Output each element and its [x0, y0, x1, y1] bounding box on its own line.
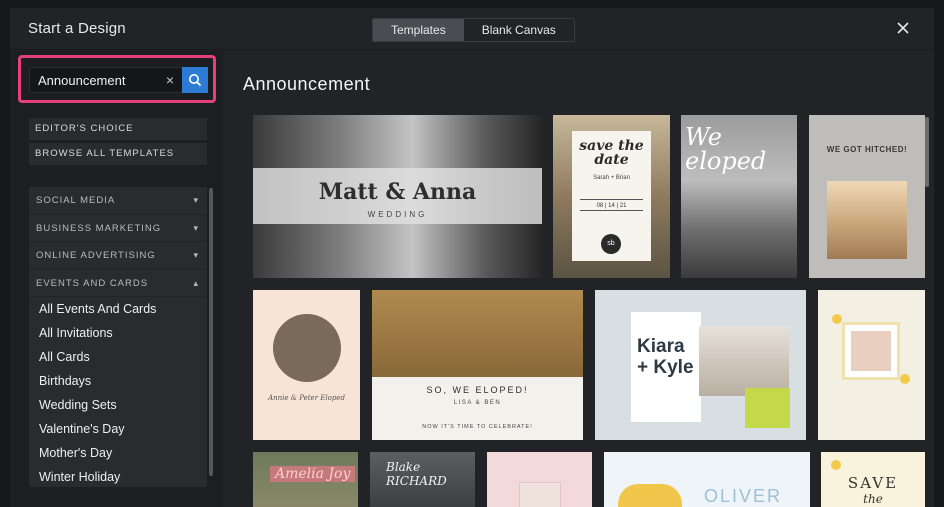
- category-online-advertising[interactable]: ONLINE ADVERTISING ▾: [29, 242, 207, 270]
- template-photo: [519, 482, 561, 507]
- flower-icon: [832, 314, 842, 324]
- modal-header: Start a Design Templates Blank Canvas: [10, 8, 934, 50]
- template-amelia-joy[interactable]: Amelia Joy: [253, 452, 358, 507]
- category-label: EVENTS AND CARDS: [36, 277, 149, 289]
- editors-choice-button[interactable]: EDITOR'S CHOICE: [29, 118, 207, 140]
- accent-shape: [745, 388, 790, 428]
- template-title: save the date: [579, 138, 644, 168]
- subitem-winter-holiday[interactable]: Winter Holiday: [29, 465, 207, 489]
- template-names: Annie & Peter Eloped: [268, 394, 345, 402]
- template-title: We eloped: [685, 123, 767, 175]
- flower-icon: [831, 460, 841, 470]
- start-design-modal: Start a Design Templates Blank Canvas × …: [10, 8, 934, 507]
- tab-templates[interactable]: Templates: [373, 19, 464, 41]
- chevron-up-icon: ▴: [193, 277, 199, 288]
- subitem-wedding-sets[interactable]: Wedding Sets: [29, 393, 207, 417]
- template-title: Matt & Anna: [318, 179, 477, 205]
- template-oliver[interactable]: OLIVER: [604, 452, 810, 507]
- category-label: BUSINESS MARKETING: [36, 222, 162, 234]
- sidebar-scrollbar[interactable]: [209, 188, 213, 476]
- template-we-got-hitched[interactable]: WE GOT HITCHED!: [809, 115, 925, 278]
- template-names: Sarah + Brian: [593, 175, 630, 181]
- tab-blank-canvas[interactable]: Blank Canvas: [464, 19, 574, 41]
- category-social-media[interactable]: SOCIAL MEDIA ▾: [29, 187, 207, 215]
- mode-tabs: Templates Blank Canvas: [372, 18, 575, 42]
- template-title: Amelia Joy: [270, 466, 356, 482]
- template-save-the[interactable]: SAVE the: [821, 452, 925, 507]
- search-box: ×: [29, 67, 208, 93]
- subitem-birthdays[interactable]: Birthdays: [29, 369, 207, 393]
- category-business-marketing[interactable]: BUSINESS MARKETING ▾: [29, 215, 207, 242]
- flower-icon: [900, 374, 910, 384]
- template-baby-announcement[interactable]: [818, 290, 925, 440]
- chevron-down-icon: ▾: [193, 195, 199, 205]
- invite-card: save the date Sarah + Brian 08 | 14 | 21…: [572, 131, 651, 261]
- template-photo: [273, 314, 341, 382]
- browse-all-templates-button[interactable]: BROWSE ALL TEMPLATES: [29, 143, 207, 165]
- subitem-mothers-day[interactable]: Mother's Day: [29, 441, 207, 465]
- template-subtitle: WEDDING: [367, 210, 428, 219]
- template-date: 08 | 14 | 21: [580, 199, 643, 211]
- category-label: ONLINE ADVERTISING: [36, 250, 156, 261]
- template-title: Blake RICHARD: [386, 460, 447, 488]
- template-photo: [851, 331, 891, 371]
- template-photo: [827, 181, 907, 259]
- category-events-and-cards[interactable]: EVENTS AND CARDS ▴: [29, 270, 207, 297]
- template-kiara-kyle[interactable]: Kiara + Kyle: [595, 290, 806, 440]
- subitem-all-events[interactable]: All Events And Cards: [29, 297, 207, 321]
- sidebar: × EDITOR'S CHOICE BROWSE ALL TEMPLATES S…: [10, 51, 223, 507]
- search-button[interactable]: [182, 67, 208, 93]
- template-title: Kiara + Kyle: [637, 336, 694, 378]
- template-title: SO, WE ELOPED!: [426, 385, 529, 395]
- template-footer: NOW IT'S TIME TO CELEBRATE!: [422, 424, 533, 430]
- template-subtitle: the: [863, 492, 883, 506]
- category-label: SOCIAL MEDIA: [36, 195, 116, 206]
- template-photo: [618, 484, 682, 507]
- chevron-down-icon: ▾: [193, 250, 199, 260]
- template-baby-photo[interactable]: [487, 452, 592, 507]
- monogram: sb: [601, 234, 621, 254]
- text-panel: SO, WE ELOPED! LISA & BEN NOW IT'S TIME …: [372, 377, 583, 440]
- template-annie-peter[interactable]: Annie & Peter Eloped: [253, 290, 360, 440]
- template-title: SAVE: [847, 474, 899, 492]
- close-icon[interactable]: [894, 19, 912, 37]
- template-so-we-eloped[interactable]: SO, WE ELOPED! LISA & BEN NOW IT'S TIME …: [372, 290, 583, 440]
- template-save-the-date[interactable]: save the date Sarah + Brian 08 | 14 | 21…: [553, 115, 670, 278]
- clear-search-icon[interactable]: ×: [162, 71, 178, 89]
- gallery-heading: Announcement: [243, 74, 371, 94]
- chevron-down-icon: ▾: [193, 222, 199, 233]
- subitem-all-invitations[interactable]: All Invitations: [29, 321, 207, 345]
- template-photo: [699, 326, 789, 396]
- subitem-valentines-day[interactable]: Valentine's Day: [29, 417, 207, 441]
- template-title: WE GOT HITCHED!: [826, 145, 908, 154]
- template-we-eloped[interactable]: We eloped: [681, 115, 797, 278]
- gallery-scrollbar[interactable]: [925, 117, 929, 187]
- template-gallery: Announcement Matt & Anna WEDDING save th…: [223, 51, 934, 507]
- template-names: LISA & BEN: [453, 400, 502, 406]
- subitem-all-cards[interactable]: All Cards: [29, 345, 207, 369]
- search-input[interactable]: [30, 68, 160, 92]
- search-icon: [189, 74, 202, 87]
- template-title: OLIVER: [704, 486, 783, 506]
- modal-title: Start a Design: [28, 20, 126, 37]
- template-blake-richard[interactable]: Blake RICHARD: [370, 452, 475, 507]
- category-list: SOCIAL MEDIA ▾ BUSINESS MARKETING ▾ ONLINE…: [29, 187, 207, 487]
- template-matt-anna[interactable]: Matt & Anna WEDDING: [253, 115, 542, 278]
- photo-frame: [842, 322, 900, 380]
